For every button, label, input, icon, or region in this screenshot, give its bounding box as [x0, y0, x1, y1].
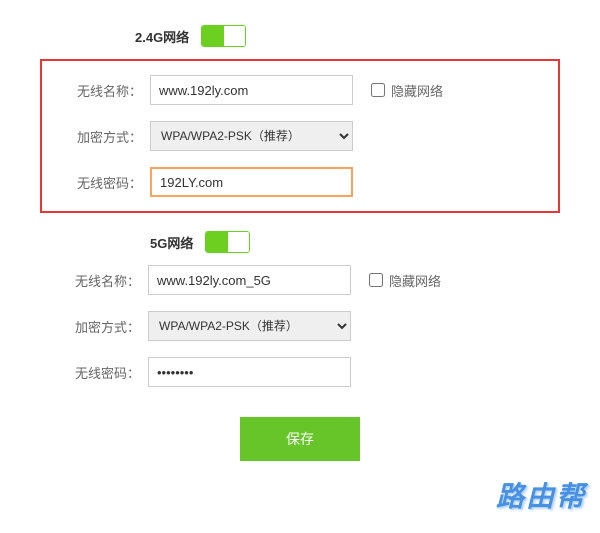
wifi-24g-enc-select[interactable]: WPA/WPA2-PSK（推荐）	[150, 121, 353, 151]
wifi-5g-ssid-input[interactable]	[148, 265, 351, 295]
wifi-24g-group: 无线名称： 隐藏网络 加密方式： WPA/WPA2-PSK（推荐） 无线密码：	[40, 59, 560, 213]
wifi-24g-toggle[interactable]	[201, 25, 246, 47]
wifi-5g-enc-label: 加密方式：	[50, 317, 140, 336]
wifi-24g-ssid-input[interactable]	[150, 75, 353, 105]
wifi-24g-pwd-input[interactable]	[150, 167, 353, 197]
wifi-5g-title: 5G网络	[150, 233, 193, 252]
save-button[interactable]: 保存	[240, 417, 360, 461]
wifi-24g-hide-checkbox[interactable]	[371, 83, 385, 97]
wifi-5g-enc-select[interactable]: WPA/WPA2-PSK（推荐）	[148, 311, 351, 341]
wifi-24g-title: 2.4G网络	[135, 27, 189, 46]
wifi-24g-enc-label: 加密方式：	[52, 127, 142, 146]
wifi-24g-header: 2.4G网络	[135, 25, 560, 47]
wifi-24g-pwd-label: 无线密码：	[52, 173, 142, 192]
wifi-5g-group: 无线名称： 隐藏网络 加密方式： WPA/WPA2-PSK（推荐） 无线密码：	[40, 265, 560, 387]
wifi-5g-toggle[interactable]	[205, 231, 250, 253]
wifi-5g-hide-checkbox[interactable]	[369, 273, 383, 287]
save-row: 保存	[40, 417, 560, 461]
wifi-24g-ssid-label: 无线名称：	[52, 81, 142, 100]
wifi-5g-pwd-label: 无线密码：	[50, 363, 140, 382]
wifi-5g-header: 5G网络	[150, 231, 560, 253]
watermark-text: 路由帮	[496, 475, 586, 515]
wifi-5g-ssid-label: 无线名称：	[50, 271, 140, 290]
wifi-24g-hide-wrap: 隐藏网络	[371, 81, 443, 100]
wifi-5g-hide-label: 隐藏网络	[389, 271, 441, 290]
wifi-24g-hide-label: 隐藏网络	[391, 81, 443, 100]
wifi-5g-pwd-input[interactable]	[148, 357, 351, 387]
wifi-5g-hide-wrap: 隐藏网络	[369, 271, 441, 290]
